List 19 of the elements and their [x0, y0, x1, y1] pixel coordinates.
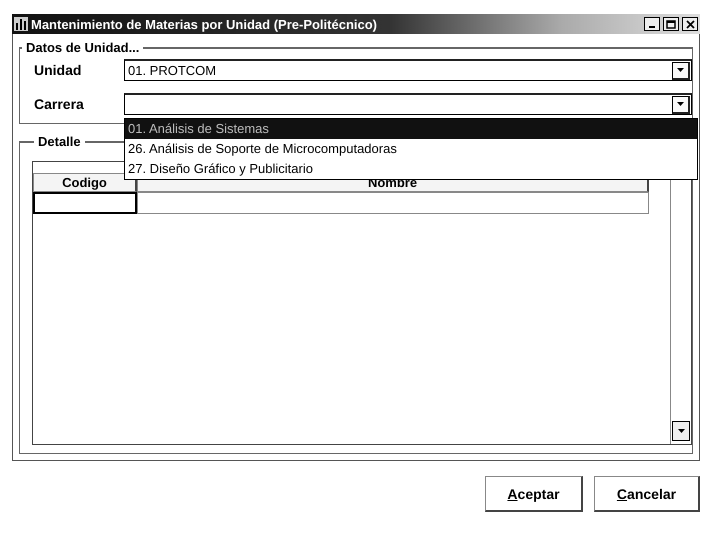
close-icon[interactable]	[682, 17, 698, 31]
group-title: Datos de Unidad...	[25, 40, 140, 55]
dropdown-option[interactable]: 01. Análisis de Sistemas	[125, 119, 697, 139]
field-label: Carrera	[33, 96, 85, 112]
group-title: Detalle	[37, 134, 82, 149]
table-cell[interactable]	[33, 192, 137, 214]
dropdown-field[interactable]	[124, 93, 692, 115]
maximize-icon[interactable]	[663, 17, 679, 31]
column-header[interactable]: Codigo	[33, 173, 137, 192]
dropdown-option[interactable]: 26. Análisis de Soporte de Microcomputadoras	[125, 139, 697, 159]
chart-app-icon	[14, 17, 28, 31]
dialog-button[interactable]: Cancelar	[594, 476, 700, 512]
window-title: Mantenimiento de Materias por Unidad (Pre-Politécnico)	[31, 16, 378, 32]
minimize-icon[interactable]	[644, 17, 660, 31]
table-cell[interactable]	[137, 192, 649, 214]
dialog-button[interactable]: Aceptar	[485, 476, 583, 512]
scroll-down-icon[interactable]	[672, 421, 690, 441]
dropdown-field[interactable]: 01. PROTCOM	[124, 59, 692, 81]
field-label: Unidad	[33, 62, 82, 78]
